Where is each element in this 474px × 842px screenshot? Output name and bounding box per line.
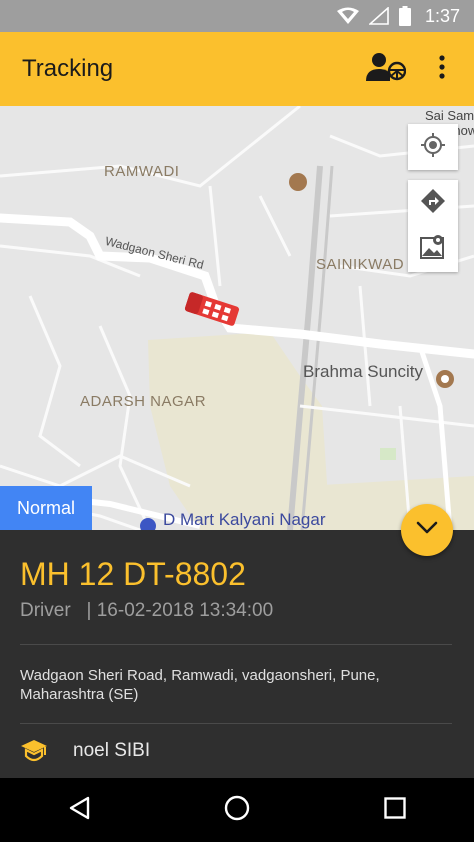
page-title: Tracking bbox=[22, 55, 114, 82]
map-view[interactable]: RAMWADI SAINIKWAD ADARSH NAGAR Brahma Su… bbox=[0, 106, 474, 530]
signal-icon bbox=[368, 7, 389, 25]
last-update-time: 16-02-2018 13:34:00 bbox=[96, 600, 274, 621]
chevron-down-icon bbox=[416, 521, 438, 540]
map-background bbox=[0, 106, 474, 530]
back-icon bbox=[68, 796, 90, 825]
battery-icon bbox=[398, 6, 411, 26]
vehicle-info-panel: MH 12 DT-8802 Driver | 16-02-2018 13:34:… bbox=[0, 530, 474, 778]
driver-icon bbox=[366, 52, 407, 87]
map-location-control bbox=[408, 124, 458, 170]
my-location-button[interactable] bbox=[408, 124, 458, 170]
driver-name: noel SIBI bbox=[73, 740, 151, 761]
collapse-button[interactable] bbox=[401, 504, 453, 556]
map-label-sai-sam: Sai Sam bbox=[425, 108, 474, 123]
map-label-brahma-suncity: Brahma Suncity bbox=[303, 362, 423, 381]
status-bar: 1:37 bbox=[0, 0, 474, 32]
more-options-button[interactable] bbox=[426, 43, 458, 95]
wifi-icon bbox=[336, 7, 359, 25]
separator: | bbox=[86, 600, 92, 621]
map-type-button[interactable]: Normal bbox=[0, 486, 92, 530]
app-bar: Tracking bbox=[0, 32, 474, 106]
my-location-icon bbox=[420, 132, 446, 163]
vehicle-plate: MH 12 DT-8802 bbox=[20, 556, 246, 592]
divider bbox=[20, 644, 452, 645]
recents-button[interactable] bbox=[365, 780, 425, 840]
directions-icon bbox=[420, 188, 446, 219]
open-in-maps-button[interactable] bbox=[408, 226, 458, 272]
map-label-dmart: D Mart Kalyani Nagar bbox=[163, 510, 326, 529]
map-label-adarsh-nagar: ADARSH NAGAR bbox=[80, 393, 207, 410]
directions-button[interactable] bbox=[408, 180, 458, 226]
system-nav-bar bbox=[0, 778, 474, 842]
vehicle-address: Wadgaon Sheri Road, Ramwadi, vadgaonsher… bbox=[20, 667, 380, 703]
graduation-cap-icon bbox=[20, 738, 48, 769]
map-label-ramwadi: RAMWADI bbox=[104, 163, 180, 180]
driver-button[interactable] bbox=[360, 43, 412, 95]
recents-icon bbox=[384, 796, 406, 824]
driver-line: Driver | 16-02-2018 13:34:00 bbox=[20, 600, 273, 622]
back-button[interactable] bbox=[49, 780, 109, 840]
status-time: 1:37 bbox=[424, 5, 460, 26]
home-icon bbox=[224, 795, 250, 826]
map-label-sainikwadi: SAINIKWAD bbox=[316, 256, 405, 273]
map-search-icon bbox=[420, 234, 446, 265]
driver-role: Driver bbox=[20, 600, 71, 621]
home-button[interactable] bbox=[207, 780, 267, 840]
more-vert-icon bbox=[438, 54, 446, 84]
divider bbox=[20, 723, 452, 724]
map-tools-control bbox=[408, 180, 458, 272]
